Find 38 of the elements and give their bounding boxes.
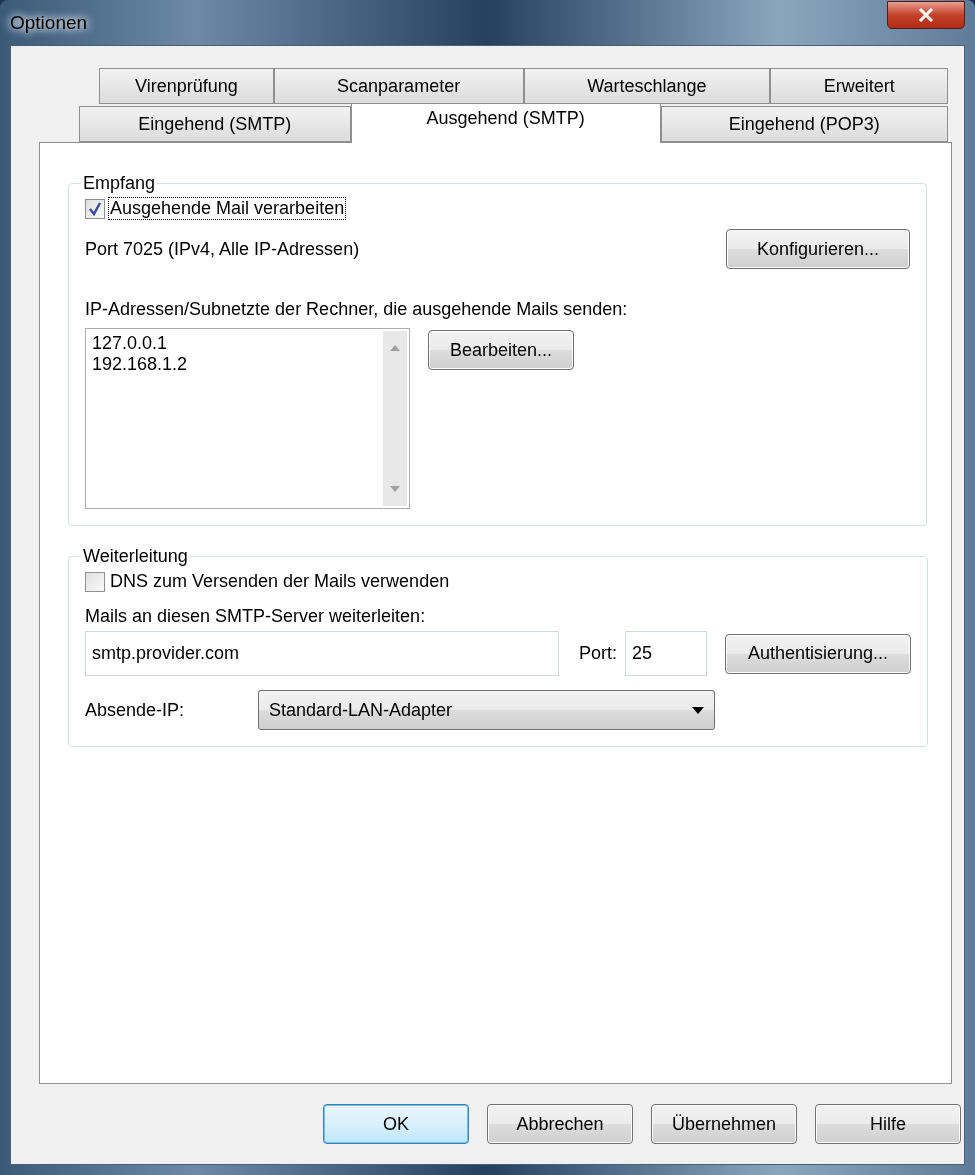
configure-button[interactable]: Konfigurieren... <box>726 229 910 269</box>
tab[interactable]: Eingehend (POP3) <box>660 106 948 142</box>
checkbox[interactable] <box>85 571 105 592</box>
tab[interactable]: Scanparameter <box>273 68 524 104</box>
address-list[interactable]: 127.0.0.1 192.168.1.2 <box>85 328 410 509</box>
sender-ip-label: Absende-IP: <box>85 699 186 721</box>
edit-button[interactable]: Bearbeiten... <box>428 330 574 370</box>
server-field[interactable]: smtp.provider.com <box>85 631 559 676</box>
checkbox-label[interactable]: DNS zum Versenden der Mails verwenden <box>109 571 451 592</box>
scroll-up-icon[interactable] <box>390 345 400 351</box>
checkbox[interactable] <box>85 198 105 219</box>
list-label: IP-Adressen/Subnetzte der Rechner, die ausgehende Mails senden: <box>85 299 629 320</box>
authentication-button[interactable]: Authentisierung... <box>725 633 911 674</box>
scrollbar[interactable] <box>383 331 407 506</box>
list-item[interactable]: 192.168.1.2 <box>92 354 375 375</box>
tab[interactable]: Eingehend (SMTP) <box>79 106 351 142</box>
list-item[interactable]: 127.0.0.1 <box>92 333 375 354</box>
server-label: Mails an diesen SMTP-Server weiterleiten: <box>85 606 427 627</box>
port-label: Port: <box>579 643 617 664</box>
dialog-button[interactable]: OK <box>323 1104 469 1144</box>
tab[interactable]: Erweitert <box>770 68 948 104</box>
checkbox-label[interactable]: Ausgehende Mail verarbeiten <box>109 198 346 219</box>
scroll-down-icon[interactable] <box>390 486 400 492</box>
tab[interactable]: Ausgehend (SMTP) <box>350 103 661 143</box>
sender-ip-dropdown[interactable]: Standard-LAN-Adapter <box>258 690 715 730</box>
tab[interactable]: Virenprüfung <box>99 68 274 104</box>
close-button[interactable] <box>887 0 965 29</box>
group-title: Weiterleitung <box>82 546 189 567</box>
dialog-button[interactable]: Abbrechen <box>487 1104 633 1144</box>
group-title: Empfang <box>82 173 157 194</box>
window-title: Optionen <box>10 11 88 34</box>
dropdown-arrow-icon <box>692 706 704 714</box>
dialog-button[interactable]: Übernehmen <box>651 1104 797 1144</box>
port-field[interactable]: 25 <box>625 631 707 676</box>
close-icon <box>918 7 934 22</box>
dialog-button[interactable]: Hilfe <box>815 1104 961 1144</box>
port-text: Port 7025 (IPv4, Alle IP-Adressen) <box>85 238 360 260</box>
tab[interactable]: Warteschlange <box>523 68 771 104</box>
